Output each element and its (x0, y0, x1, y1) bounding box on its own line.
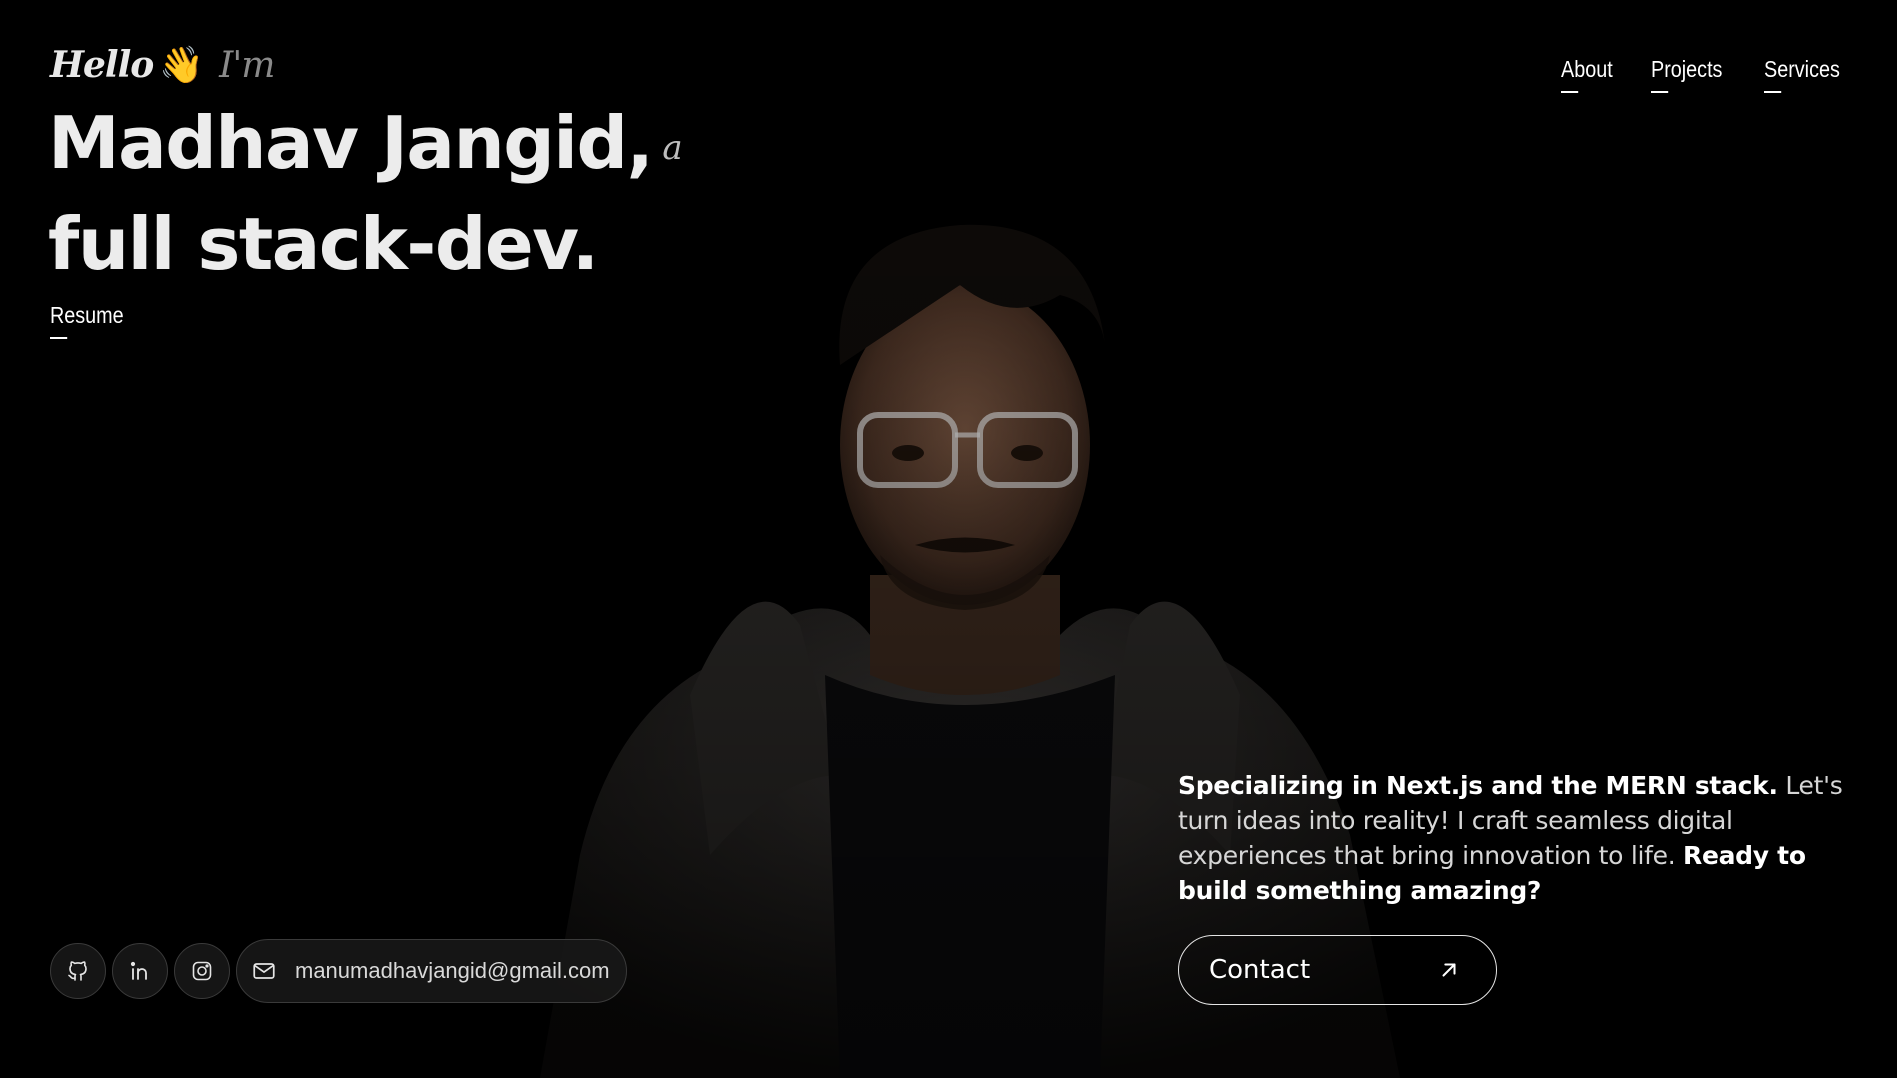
contact-button[interactable]: Contact (1178, 935, 1497, 1005)
linkedin-button[interactable] (112, 943, 168, 999)
contact-label: Contact (1209, 955, 1311, 985)
github-icon (68, 961, 87, 981)
instagram-button[interactable] (174, 943, 230, 999)
top-nav: About Projects Services (1561, 56, 1852, 93)
intro-text: Specializing in Next.js and the MERN sta… (1178, 768, 1858, 908)
greeting-im: I'm (219, 44, 275, 86)
arrow-up-right-icon (1442, 963, 1456, 977)
email-address: manumadhavjangid@gmail.com (295, 958, 610, 983)
headline-name: Madhav Jangid, (48, 101, 654, 185)
greeting-hello: Hello (50, 44, 154, 86)
mail-icon (253, 963, 275, 979)
headline-role: full stack-dev. (48, 202, 599, 287)
email-button[interactable]: manumadhavjangid@gmail.com (236, 939, 627, 1003)
nav-projects-link[interactable]: Projects (1651, 56, 1723, 93)
github-button[interactable] (50, 943, 106, 999)
intro-bold-1: Specializing in Next.js and the MERN sta… (1178, 771, 1778, 800)
instagram-icon (192, 961, 212, 981)
headline-article: a (662, 128, 682, 169)
nav-services-link[interactable]: Services (1764, 56, 1840, 93)
nav-about-link[interactable]: About (1561, 56, 1613, 93)
greeting: Hello 👋 I'm (50, 44, 275, 86)
hero-section: Hello 👋 I'm Madhav Jangid, a full stack-d… (0, 0, 1897, 1078)
waving-hand-icon: 👋 (159, 45, 204, 86)
resume-link[interactable]: Resume (50, 302, 124, 339)
linkedin-icon (130, 961, 147, 980)
page-title: Madhav Jangid, a full stack-dev. (48, 95, 683, 292)
social-links: manumadhavjangid@gmail.com (50, 939, 627, 1003)
